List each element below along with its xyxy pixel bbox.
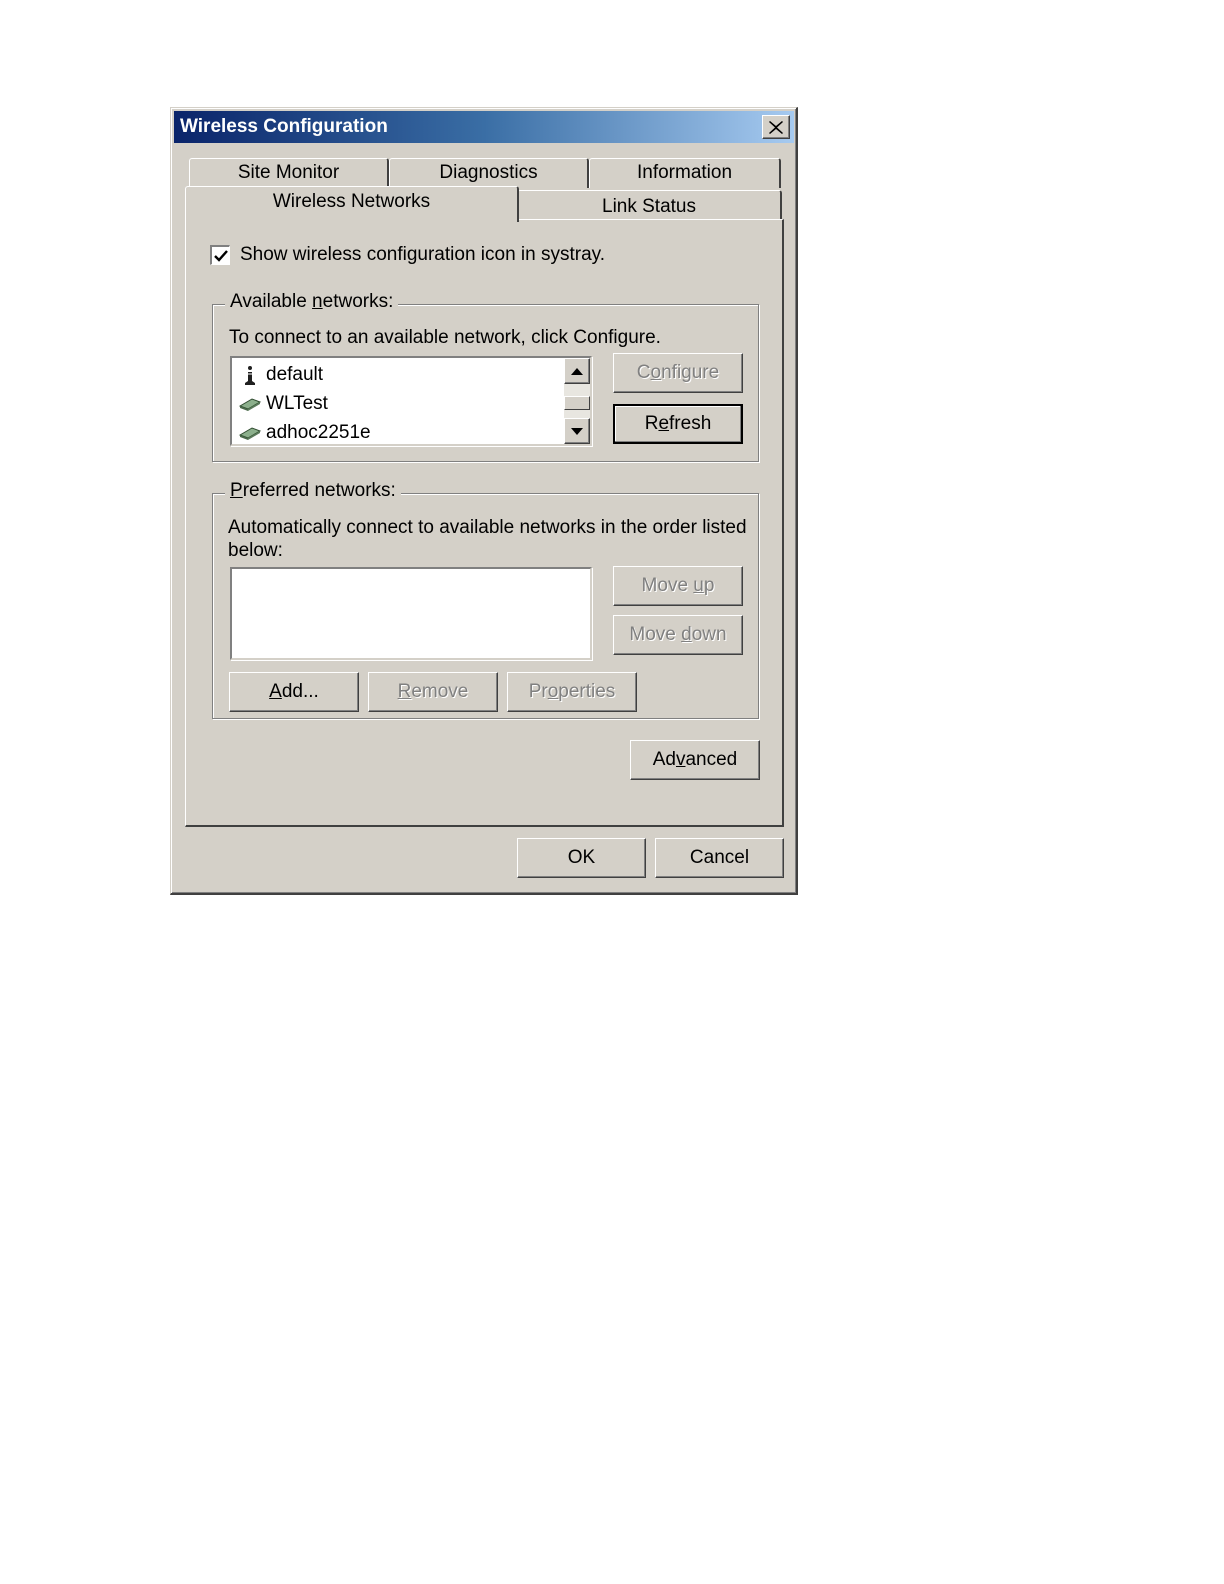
list-item[interactable]: adhoc2251e <box>238 419 371 447</box>
preferred-networks-list[interactable] <box>230 567 592 660</box>
configure-button[interactable]: Configure <box>613 353 743 393</box>
systray-checkbox[interactable] <box>210 245 230 265</box>
tab-link-status[interactable]: Link Status <box>517 190 782 220</box>
tab-information[interactable]: Information <box>589 158 781 188</box>
refresh-button[interactable]: Refresh <box>613 404 743 444</box>
arrow-up-icon <box>571 367 583 375</box>
add-button[interactable]: Add... <box>229 672 359 712</box>
tab-wireless-networks[interactable]: Wireless Networks <box>185 186 519 222</box>
title-bar[interactable]: Wireless Configuration <box>174 111 794 143</box>
available-networks-instruction: To connect to an available network, clic… <box>229 327 661 348</box>
checkmark-icon <box>213 249 228 262</box>
preferred-networks-group: Preferred networks: Automatically connec… <box>212 480 759 719</box>
wireless-card-icon <box>238 427 262 440</box>
window-title: Wireless Configuration <box>180 116 388 137</box>
wireless-configuration-dialog: Wireless Configuration Site Monitor Diag… <box>170 107 798 895</box>
cancel-button[interactable]: Cancel <box>655 838 784 878</box>
network-name: default <box>266 364 324 385</box>
systray-checkbox-row[interactable]: Show wireless configuration icon in syst… <box>210 244 605 266</box>
systray-checkbox-label: Show wireless configuration icon in syst… <box>240 244 606 265</box>
remove-button-label: Remove <box>397 681 469 702</box>
preferred-networks-instruction-line2: below: <box>228 540 283 561</box>
scroll-down-button[interactable] <box>564 418 590 444</box>
vertical-scrollbar[interactable] <box>564 358 590 444</box>
preferred-networks-instruction-line1: Automatically connect to available netwo… <box>228 517 747 538</box>
cancel-button-label: Cancel <box>689 847 750 868</box>
properties-button[interactable]: Properties <box>507 672 637 712</box>
ok-button[interactable]: OK <box>517 838 646 878</box>
move-up-button-label: Move up <box>641 575 715 596</box>
arrow-down-icon <box>571 427 583 435</box>
available-networks-list[interactable]: default WLTest adhoc2251e <box>230 356 592 446</box>
advanced-button[interactable]: Advanced <box>630 740 760 780</box>
network-name: WLTest <box>266 393 328 414</box>
tab-site-monitor-label: Site Monitor <box>237 162 340 183</box>
move-up-button[interactable]: Move up <box>613 566 743 606</box>
remove-button[interactable]: Remove <box>368 672 498 712</box>
move-down-button-label: Move down <box>629 624 727 645</box>
available-networks-legend: Available networks: <box>225 291 399 313</box>
scroll-up-button[interactable] <box>564 358 590 384</box>
available-networks-group: Available networks: To connect to an ava… <box>212 291 759 462</box>
close-button[interactable] <box>762 115 790 139</box>
wireless-card-icon <box>238 398 262 411</box>
list-item[interactable]: WLTest <box>238 390 328 418</box>
properties-button-label: Properties <box>528 681 616 702</box>
list-item[interactable]: default <box>238 361 323 389</box>
add-button-label: Add... <box>269 681 319 702</box>
wireless-networks-panel: Show wireless configuration icon in syst… <box>185 219 784 827</box>
tab-site-monitor[interactable]: Site Monitor <box>189 158 389 188</box>
advanced-button-label: Advanced <box>652 749 738 770</box>
network-name: adhoc2251e <box>266 422 371 443</box>
access-point-icon <box>245 366 255 385</box>
tab-diagnostics[interactable]: Diagnostics <box>389 158 589 188</box>
scroll-thumb[interactable] <box>564 396 590 410</box>
tab-wireless-networks-label: Wireless Networks <box>272 191 431 212</box>
close-icon <box>769 120 783 134</box>
tab-information-label: Information <box>636 162 733 183</box>
tab-diagnostics-label: Diagnostics <box>439 162 538 183</box>
refresh-button-label: Refresh <box>644 413 712 434</box>
preferred-networks-legend: Preferred networks: <box>225 480 401 502</box>
ok-button-label: OK <box>567 847 596 868</box>
move-down-button[interactable]: Move down <box>613 615 743 655</box>
configure-button-label: Configure <box>636 362 720 383</box>
